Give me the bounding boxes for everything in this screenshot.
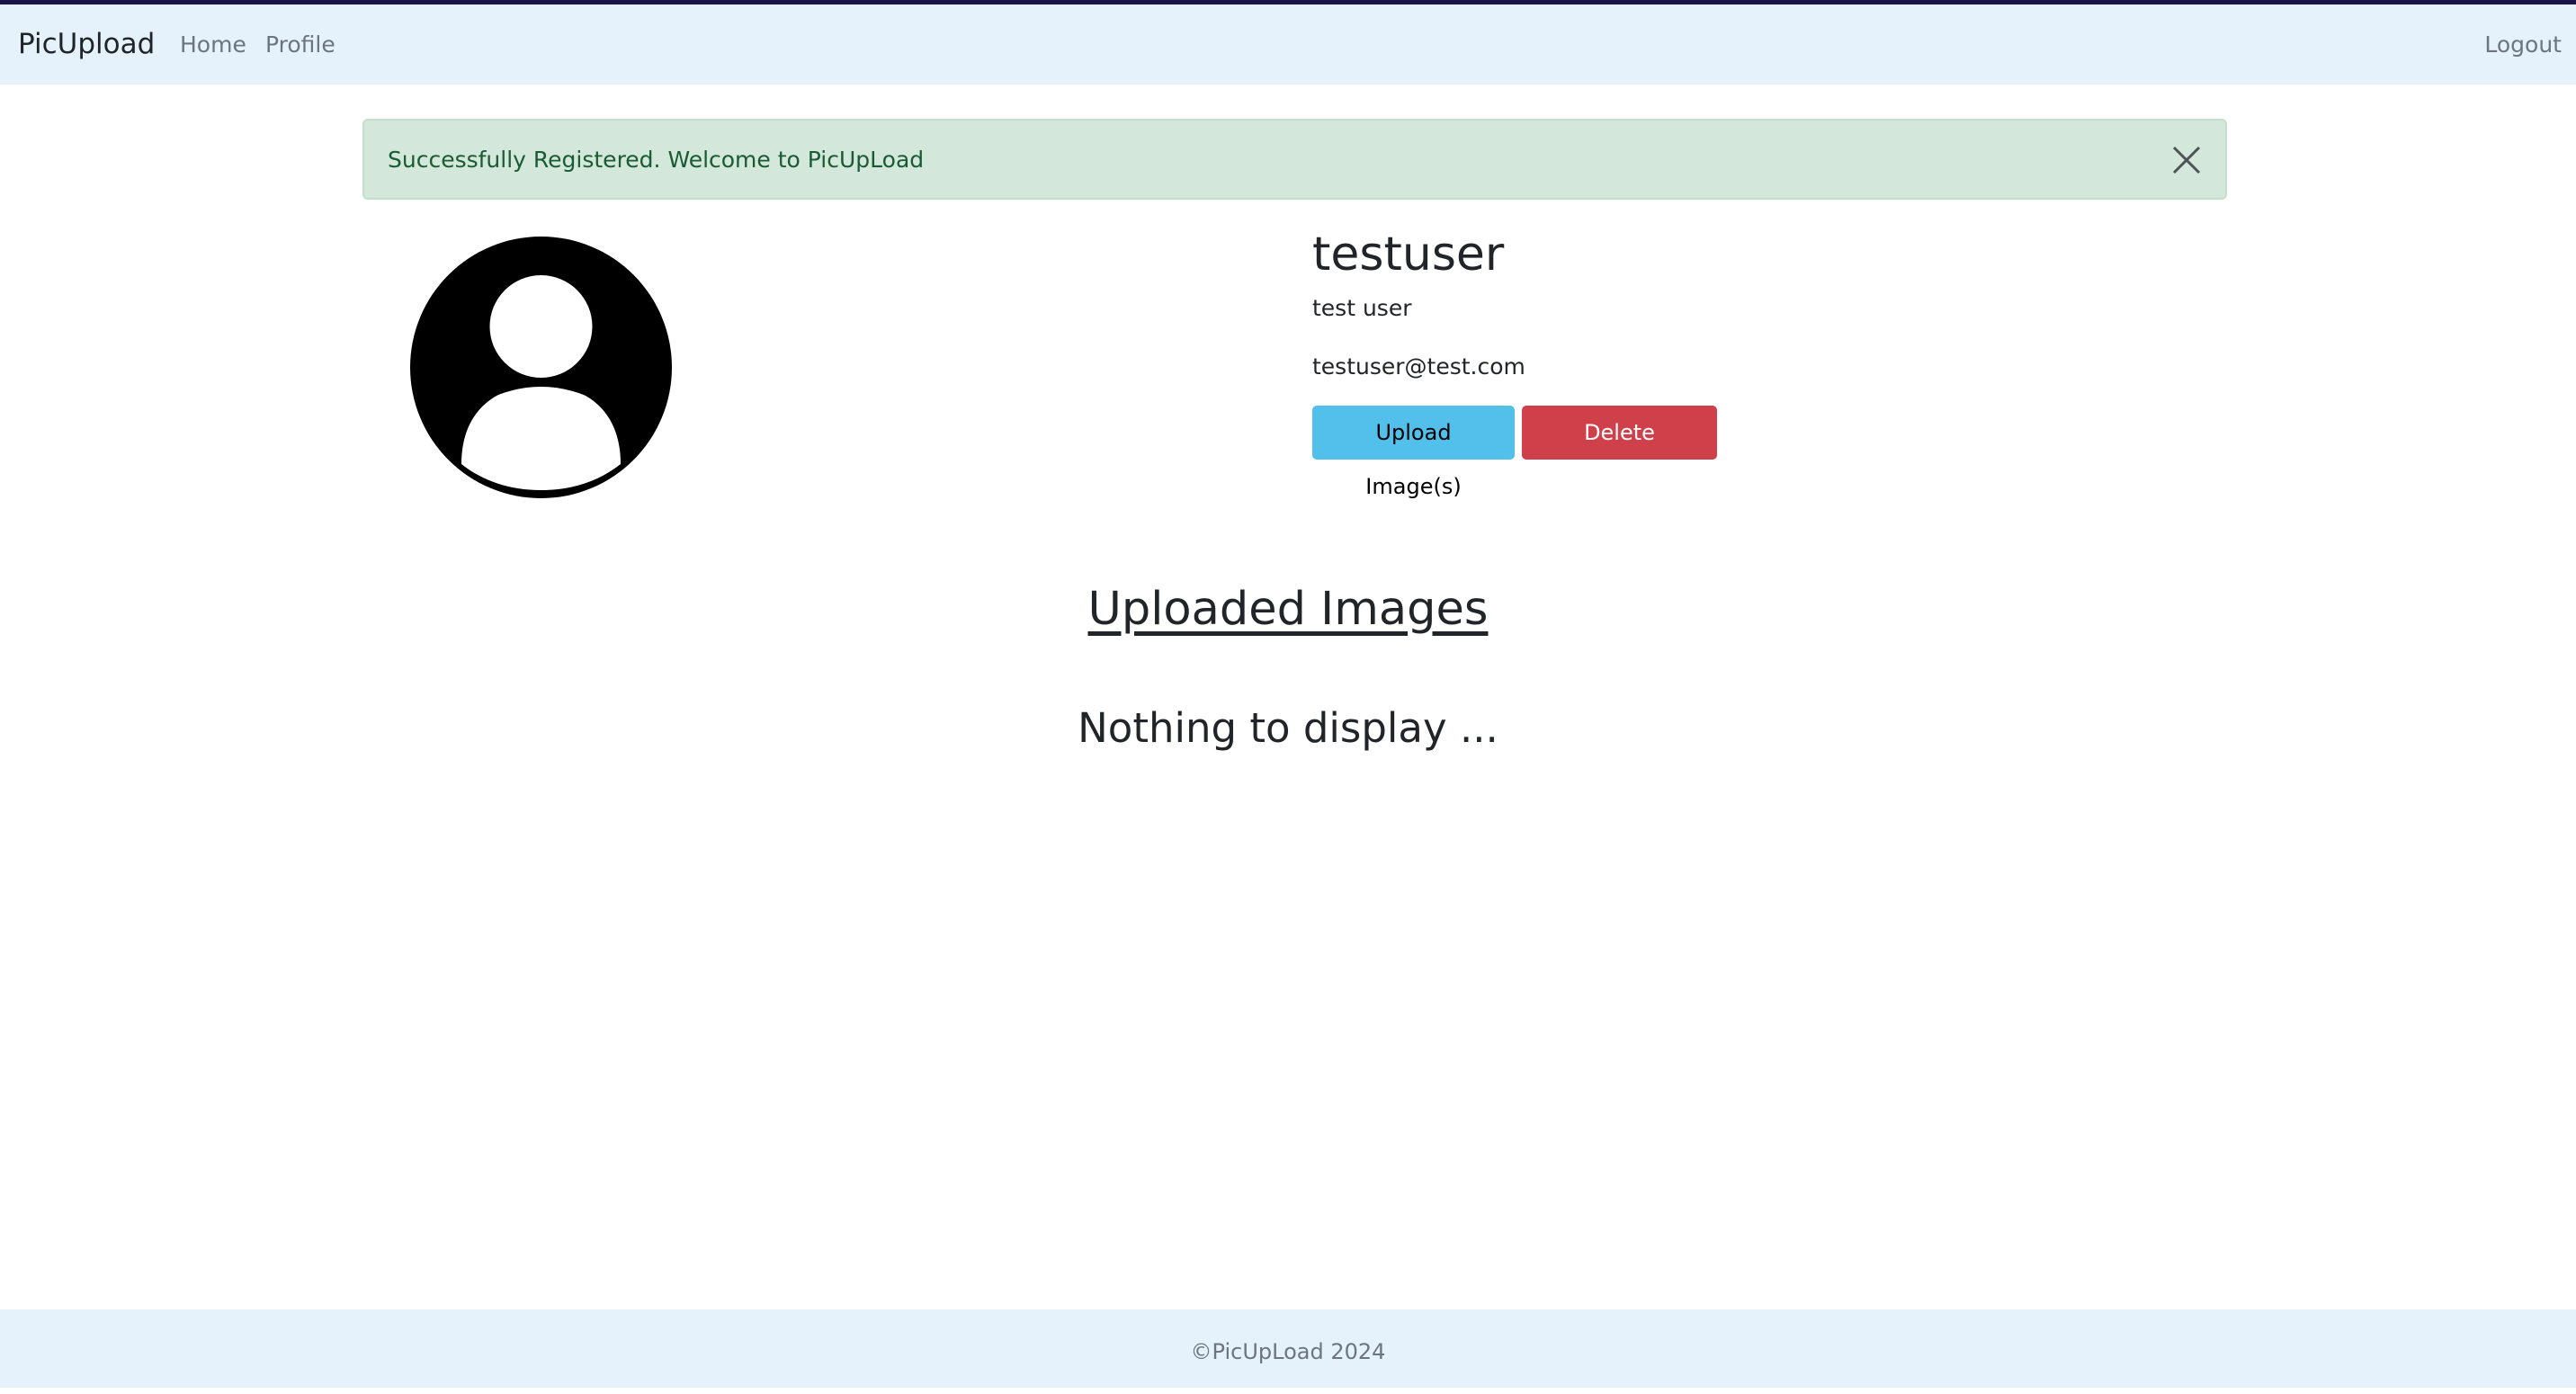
brand-link[interactable]: PicUpload [18, 4, 155, 85]
uploaded-images-heading: Uploaded Images [1087, 583, 1489, 636]
top-navbar [0, 4, 2576, 85]
profile-email: testuser@test.com [1312, 353, 1525, 380]
page-footer: ©PicUpLoad 2024 [0, 1309, 2576, 1388]
empty-gallery-message: Nothing to display ... [1078, 704, 1498, 752]
nav-link-home[interactable]: Home [180, 4, 246, 85]
success-alert: Successfully Registered. Welcome to PicU… [362, 119, 2227, 200]
logout-link[interactable]: Logout [2484, 4, 2562, 85]
alert-message: Successfully Registered. Welcome to PicU… [388, 147, 925, 173]
upload-images-button[interactable]: Upload Image(s) [1312, 406, 1515, 499]
profile-username: testuser [1312, 228, 1505, 281]
nav-link-profile[interactable]: Profile [265, 4, 335, 85]
delete-images-button[interactable]: Delete Image(s) [1522, 406, 1717, 499]
footer-copyright: ©PicUpLoad 2024 [1190, 1339, 1386, 1364]
close-icon[interactable] [2171, 145, 2202, 175]
user-avatar-icon [410, 237, 672, 498]
profile-full-name: test user [1312, 295, 1412, 321]
